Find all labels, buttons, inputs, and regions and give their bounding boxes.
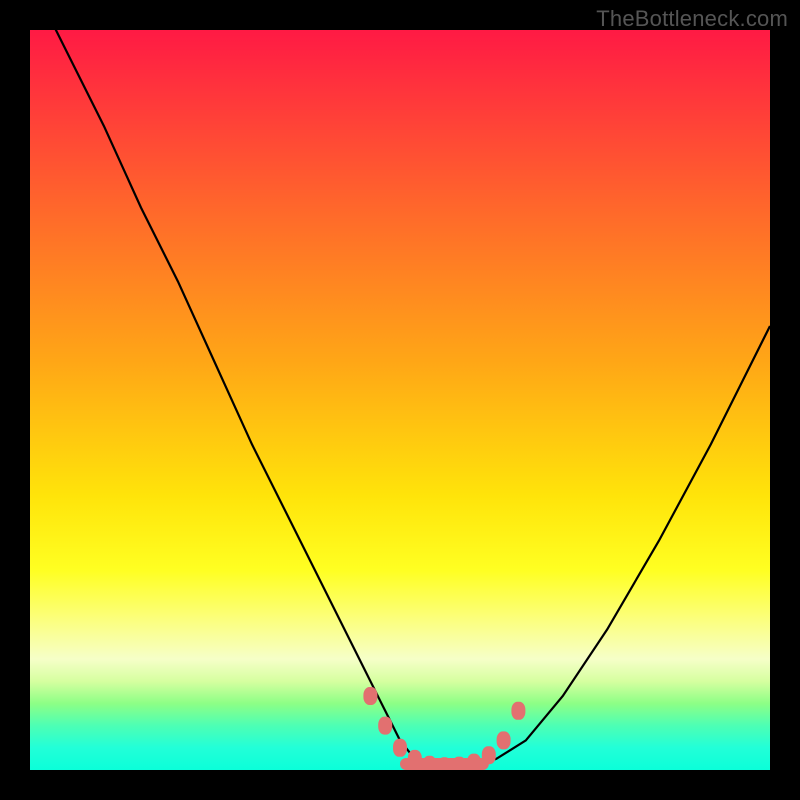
highlight-marker xyxy=(378,717,392,735)
watermark-text: TheBottleneck.com xyxy=(596,6,788,32)
chart-frame: TheBottleneck.com xyxy=(0,0,800,800)
highlight-marker xyxy=(511,702,525,720)
chart-svg xyxy=(30,30,770,770)
highlight-markers xyxy=(363,687,525,770)
highlight-marker xyxy=(497,731,511,749)
highlight-bar xyxy=(400,758,489,770)
bottleneck-curve-path xyxy=(30,30,770,766)
highlight-marker xyxy=(393,739,407,757)
highlight-marker xyxy=(363,687,377,705)
plot-area xyxy=(30,30,770,770)
